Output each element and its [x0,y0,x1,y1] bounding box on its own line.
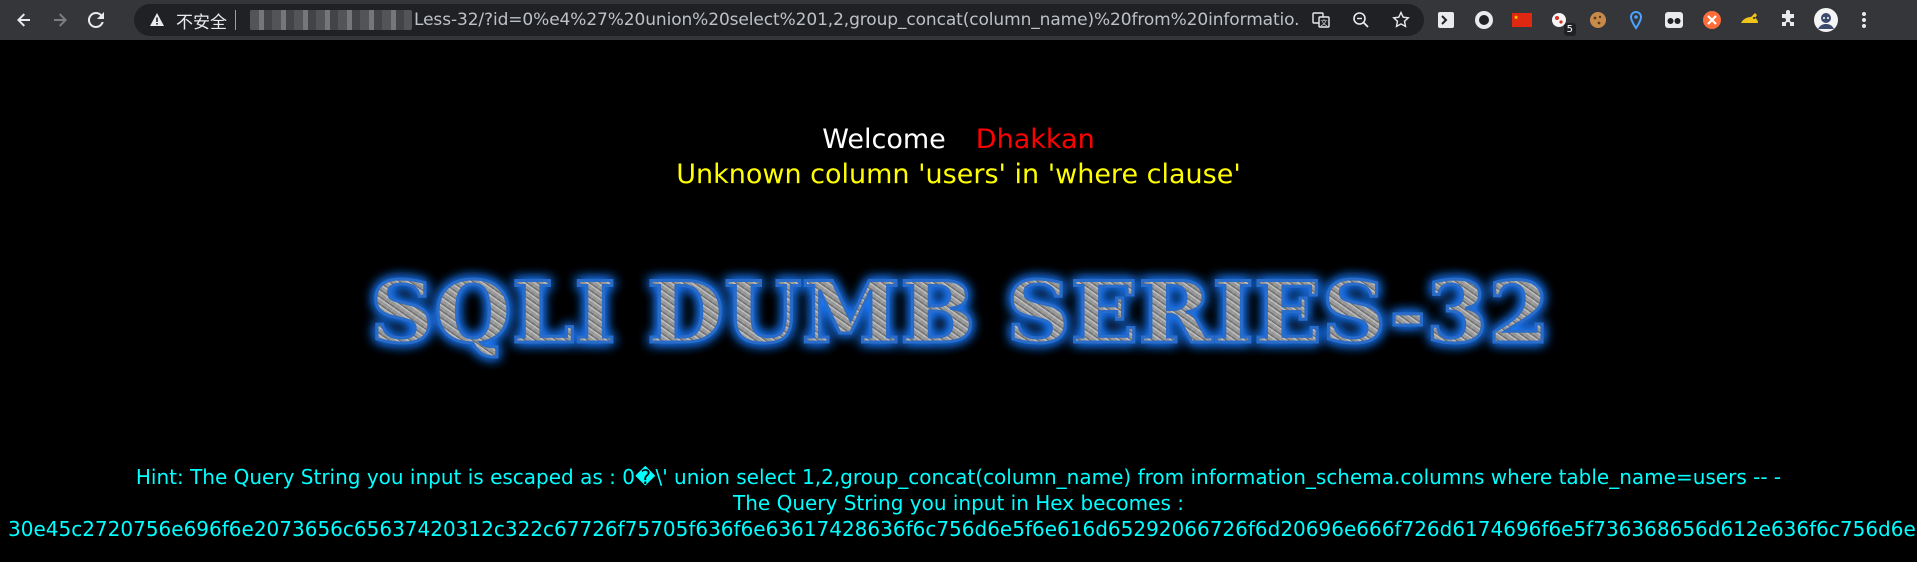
error-message: Unknown column 'users' in 'where clause' [676,159,1241,190]
location-pin-extension-icon[interactable] [1622,6,1650,34]
banner-text: SQLI DUMB SERIES-32 [370,263,1550,362]
forward-icon[interactable] [44,4,76,36]
address-bar[interactable]: 不安全 Less-32/?id=0%e4%27%20union%20select… [134,4,1424,36]
bookmark-star-icon[interactable] [1388,7,1414,33]
glasses-extension-icon[interactable] [1660,6,1688,34]
extensions-bar: 5 [1432,4,1878,36]
extensions-puzzle-icon[interactable] [1774,6,1802,34]
svg-text:文: 文 [1321,18,1328,27]
bitcoin-extension-icon[interactable] [1698,6,1726,34]
welcome-username: Dhakkan [975,124,1095,155]
cookie-editor-icon[interactable] [1584,6,1612,34]
more-menu-icon[interactable] [1850,6,1878,34]
title-banner-image: SQLI DUMB SERIES-32 [369,262,1552,364]
terminal-extension-icon[interactable] [1432,6,1460,34]
extension-badge: 5 [1563,23,1576,36]
insecure-label[interactable]: 不安全 [176,8,227,33]
hint-hex-value: 30e45c2720756e696f6e2073656c65637420312c… [8,517,1917,541]
separator [235,10,236,30]
welcome-label: Welcome [822,124,946,155]
welcome-line: Welcome Dhakkan [0,122,1917,158]
avatar[interactable] [1812,6,1840,34]
animal-extension-icon[interactable] [1736,6,1764,34]
china-flag-extension-icon[interactable] [1508,6,1536,34]
circle-extension-icon[interactable] [1470,6,1498,34]
back-icon[interactable] [8,4,40,36]
redacted-host [250,10,412,30]
zoom-icon[interactable] [1348,7,1374,33]
hint-escaped-query: Hint: The Query String you input is esca… [135,465,1782,489]
page-content: Welcome Dhakkan Unknown column 'users' in… [0,40,1917,562]
translate-icon[interactable]: 文 [1308,7,1334,33]
hint-hex-label: The Query String you input in Hex become… [733,491,1184,515]
reload-icon[interactable] [80,4,112,36]
url-text[interactable]: Less-32/?id=0%e4%27%20union%20select%201… [414,10,1298,30]
cookie-extension-icon[interactable]: 5 [1546,6,1576,36]
warning-icon[interactable] [148,11,166,29]
